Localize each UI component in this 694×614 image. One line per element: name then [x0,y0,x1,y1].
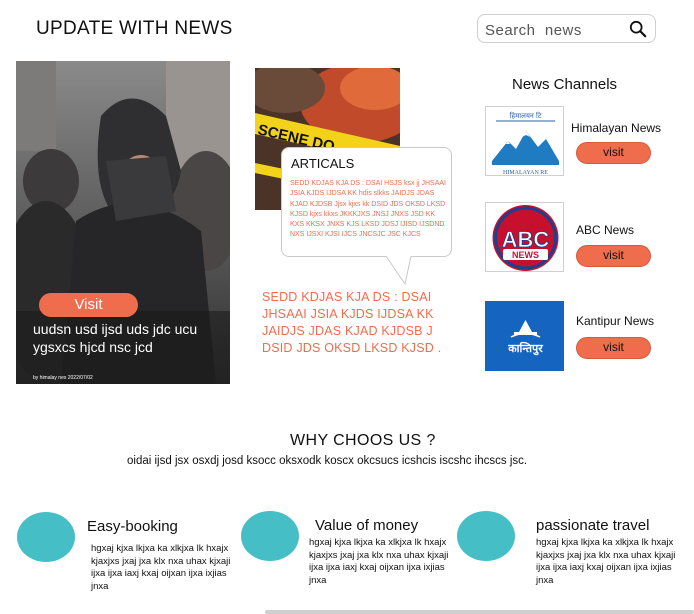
kantipur-logo: कान्तिपुर [485,301,564,371]
visit-himalayan-button[interactable]: visit [576,142,651,164]
feature-text-value-of-money: hgxaj kjxa lkjxa ka xlkjxa lk hxajx kjax… [309,537,449,586]
search-icon[interactable] [629,20,647,38]
channel-name-abc: ABC News [576,223,635,237]
articles-popup-title: ARTICALS [291,156,355,171]
horizontal-scrollbar[interactable] [265,610,694,614]
feature-title-easy-booking: Easy-booking [87,518,178,535]
site-title: UPDATE WITH NEWS [36,18,233,39]
articles-popup: ARTICALS SEDD KDJAS KJA DS : DSAI HSJS k… [281,147,452,257]
channels-heading: News Channels [512,76,618,93]
visit-abc-button[interactable]: visit [576,245,651,267]
abc-logo-subtext: NEWS [512,250,539,260]
search-bar[interactable] [477,14,656,43]
photo-credit: by himalay nes 2022/07/02 [33,375,93,381]
why-choose-us-heading: WHY CHOOS US ? [290,432,436,449]
feature-icon-value-of-money [241,511,299,561]
feature-title-passionate-travel: passionate travel [536,517,650,534]
himalayan-logo-subtext: HIMALAYAN RE [503,170,548,176]
feature-text-easy-booking: hgxaj kjxa lkjxa ka xlkjxa lk hxajx kjax… [91,543,231,592]
feature-icon-passionate-travel [457,511,515,561]
visit-kantipur-button[interactable]: visit [576,337,651,359]
feature-title-value-of-money: Value of money [315,517,419,534]
himalayan-logo-text: हिमालयन टि [510,111,542,120]
feature-icon-easy-booking [17,512,75,562]
himalayan-logo: हिमालयन टि HIMALAYAN RE [485,106,564,176]
featured-news-caption: uudsn usd ijsd uds jdc ucu ygsxcs hjcd n… [33,321,198,355]
channel-name-kantipur: Kantipur News [576,314,655,328]
featured-news-card[interactable]: Visit uudsn usd ijsd uds jdc ucu ygsxcs … [16,61,230,384]
abc-logo-text: ABC [502,227,550,252]
feature-text-passionate-travel: hgxaj kjxa lkjxa ka xlkjxa lk hxajx kjax… [536,537,676,586]
articles-popup-text: SEDD KDJAS KJA DS : DSAI HSJS ksx jj JHS… [290,180,446,239]
abc-news-logo: ABC NEWS [485,202,564,272]
article-summary: SEDD KDJAS KJA DS : DSAI JHSAAI JSIA KJD… [262,290,442,355]
kantipur-logo-text: कान्तिपुर [507,341,543,356]
why-choose-us-subtitle: oidai ijsd jsx osxdj josd ksocc oksxodk … [127,455,528,467]
popup-tail [385,254,412,286]
visit-button[interactable]: Visit [39,293,138,317]
search-input[interactable] [485,20,625,40]
channel-name-himalayan: Himalayan News [571,121,662,135]
